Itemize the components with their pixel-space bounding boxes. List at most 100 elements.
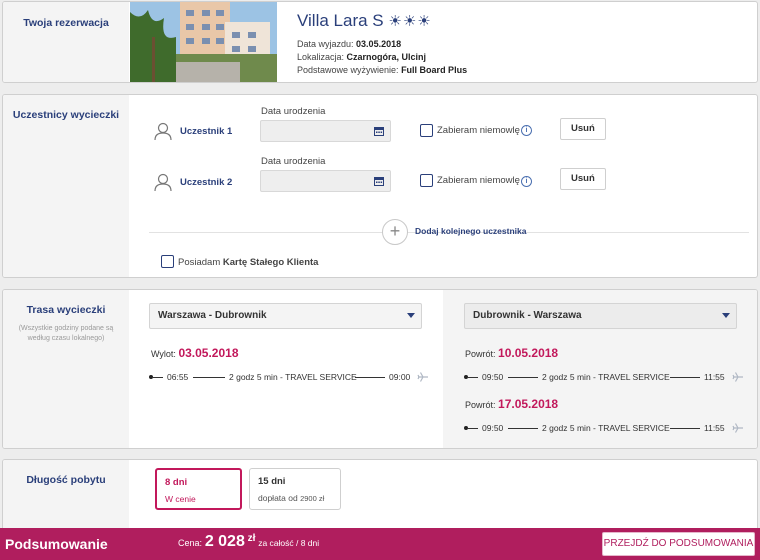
route-panel: Trasa wycieczki (Wszystkie godziny podan… [2, 289, 758, 449]
inbound-option-1-timeline: 09:50 2 godz 5 min - TRAVEL SERVICE 11:5… [464, 370, 754, 384]
reservation-side [3, 2, 129, 82]
price-currency: zł [247, 533, 256, 544]
board-value: Full Board Plus [401, 65, 468, 75]
add-participant-label[interactable]: Dodaj kolejnego uczestnika [415, 226, 526, 236]
duration-option-8-days[interactable]: 8 dni W cenie [155, 468, 242, 510]
inbound-option-1-duration: 2 godz 5 min [542, 372, 591, 382]
info-icon[interactable]: i [521, 125, 532, 136]
timeline-line [508, 377, 538, 378]
loyalty-card-checkbox[interactable] [161, 255, 174, 268]
departure-label: Data wyjazdu: [297, 39, 354, 49]
inbound-option-1-date: 10.05.2018 [498, 346, 559, 360]
duration-option-15-days[interactable]: 15 dni dopłata od 2900 zł [249, 468, 341, 510]
outbound-date-label: Wylot: [151, 349, 176, 359]
inbound-option-1-carrier: TRAVEL SERVICE [598, 372, 670, 382]
participant-1-infant-checkbox[interactable] [420, 124, 433, 137]
loyalty-card-label: Posiadam Kartę Stałego Klienta [178, 257, 318, 268]
board-label: Podstawowe wyżywienie: [297, 65, 399, 75]
participant-1-dob-label: Data urodzenia [261, 106, 326, 117]
route-note: (Wszystkie godziny podane są według czas… [18, 325, 114, 342]
inbound-option-1-dep-time: 09:50 [482, 372, 504, 382]
caret-down-icon [722, 313, 730, 318]
inbound-option-1-date-label: Powrót: [465, 349, 496, 359]
outbound-date-line: Wylot: 03.05.2018 [151, 346, 239, 360]
inbound-option-2-date-label: Powrót: [465, 400, 496, 410]
inbound-option-2-duration-line: 2 godz 5 min - TRAVEL SERVICE [542, 423, 670, 433]
timeline-line [670, 428, 700, 429]
timeline-line [508, 428, 538, 429]
outbound-carrier: TRAVEL SERVICE [285, 372, 357, 382]
caret-down-icon [407, 313, 415, 318]
route-title: Trasa wycieczki [26, 304, 106, 316]
outbound-duration-line: 2 godz 5 min - TRAVEL SERVICE [229, 372, 357, 382]
timeline-line [670, 377, 700, 378]
duration-side [3, 460, 129, 538]
participant-2-infant-label: Zabieram niemowlę [437, 175, 520, 186]
location-value: Czarnogóra, Ulcinj [346, 52, 427, 62]
reservation-panel: Twoja rezerwacja Villa Lara S ☀☀☀ Data w… [2, 1, 758, 83]
participant-2-dob-input[interactable] [260, 170, 391, 192]
plane-icon [417, 372, 428, 382]
inbound-option-2-date: 17.05.2018 [498, 397, 559, 411]
price-label: Cena: [178, 538, 203, 548]
outbound-timeline: 06:55 2 godz 5 min - TRAVEL SERVICE 09:0… [149, 370, 429, 384]
reservation-title: Twoja rezerwacja [23, 17, 109, 29]
timeline-line [468, 428, 478, 429]
duration-option-title: 15 dni [258, 476, 286, 487]
person-icon [154, 173, 172, 192]
outbound-route-value: Warszawa - Dubrownik [158, 310, 267, 321]
plane-icon [732, 423, 743, 433]
outbound-dep-time: 06:55 [167, 372, 189, 382]
inbound-option-2-carrier: TRAVEL SERVICE [598, 423, 670, 433]
board-line: Podstawowe wyżywienie: Full Board Plus [297, 65, 467, 75]
participant-2-remove-button[interactable]: Usuń [560, 168, 606, 190]
price: Cena: 2 028 zł za całość / 8 dni [178, 533, 319, 551]
hotel-name-text: Villa Lara S [297, 11, 384, 30]
summary-title: Podsumowanie [5, 536, 108, 552]
inbound-option-2-dep-time: 09:50 [482, 423, 504, 433]
inbound-option-2-arr-time: 11:55 [704, 423, 725, 433]
timeline-line [193, 377, 225, 378]
duration-option-title: 8 dni [165, 477, 188, 488]
price-value: 2 028 [204, 533, 245, 550]
surcharge-prefix: dopłata od [258, 493, 298, 503]
participant-1-dob-input[interactable] [260, 120, 391, 142]
departure-line: Data wyjazdu: 03.05.2018 [297, 39, 401, 49]
outbound-date: 03.05.2018 [178, 346, 239, 360]
inbound-route-value: Dubrownik - Warszawa [473, 310, 582, 321]
timeline-line [355, 377, 385, 378]
inbound-option-2-timeline: 09:50 2 godz 5 min - TRAVEL SERVICE 11:5… [464, 421, 754, 435]
departure-value: 03.05.2018 [356, 39, 402, 49]
outbound-route-select[interactable]: Warszawa - Dubrownik [149, 303, 422, 329]
surcharge-value: 2900 zł [300, 494, 325, 503]
participants-title: Uczestnicy wycieczki [12, 109, 120, 121]
sun-icon: ☀☀☀ [388, 13, 432, 30]
hotel-photo [130, 2, 277, 82]
outbound-arr-time: 09:00 [389, 372, 411, 382]
duration-panel: Długość pobytu 8 dni W cenie 15 dni dopł… [2, 459, 758, 539]
location-label: Lokalizacja: [297, 52, 345, 62]
inbound-option-2-duration: 2 godz 5 min [542, 423, 591, 433]
go-to-summary-button[interactable]: PRZEJDŹ DO PODSUMOWANIA [602, 532, 755, 556]
inbound-route-select[interactable]: Dubrownik - Warszawa [464, 303, 737, 329]
duration-option-sub: W cenie [165, 494, 196, 504]
participant-1-remove-button[interactable]: Usuń [560, 118, 606, 140]
inbound-option-2-date-line[interactable]: Powrót: 17.05.2018 [465, 397, 558, 411]
add-participant-button[interactable]: + [382, 219, 408, 245]
duration-option-sub: dopłata od 2900 zł [258, 493, 332, 503]
calendar-icon[interactable] [374, 126, 384, 136]
duration-title: Długość pobytu [26, 474, 106, 486]
timeline-line [468, 377, 478, 378]
info-icon[interactable]: i [521, 176, 532, 187]
loyalty-card-prefix: Posiadam [178, 257, 221, 268]
participant-1-name: Uczestnik 1 [180, 126, 233, 137]
outbound-duration: 2 godz 5 min [229, 372, 278, 382]
price-note: za całość / 8 dni [258, 538, 320, 548]
hotel-name: Villa Lara S ☀☀☀ [297, 11, 432, 31]
participant-2-infant-checkbox[interactable] [420, 174, 433, 187]
inbound-option-1-arr-time: 11:55 [704, 372, 725, 382]
inbound-option-1-date-line[interactable]: Powrót: 10.05.2018 [465, 346, 558, 360]
person-icon [154, 122, 172, 141]
plane-icon [732, 372, 743, 382]
calendar-icon[interactable] [374, 176, 384, 186]
